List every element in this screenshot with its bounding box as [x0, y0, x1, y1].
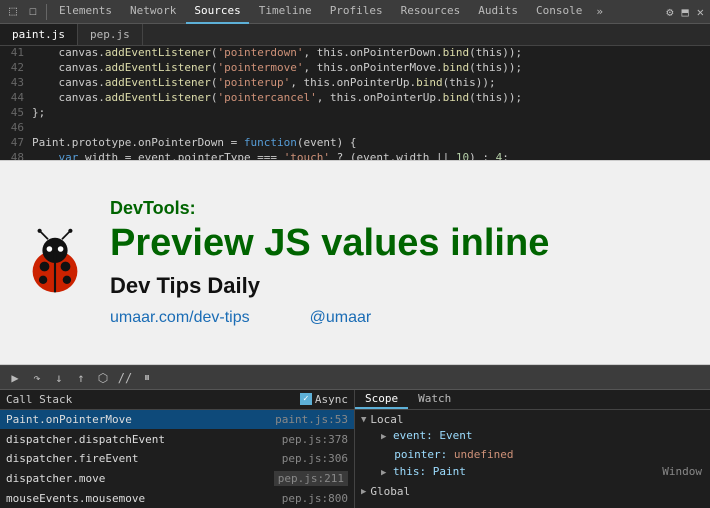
call-stack-item-2[interactable]: dispatcher.fireEvent pep.js:306 [0, 449, 354, 469]
scope-group-global: ▶ Global [361, 484, 704, 499]
scope-tabs: Scope Watch [355, 390, 710, 410]
banner-prefix: DevTools: [110, 198, 690, 219]
step-into-icon[interactable]: ↓ [50, 369, 68, 387]
call-stack-item-1[interactable]: dispatcher.dispatchEvent pep.js:378 [0, 429, 354, 449]
close-icon[interactable]: ✕ [695, 3, 706, 21]
bottom-content: Call Stack ✓ Async Paint.onPointerMove p… [0, 390, 710, 508]
code-line-45: 45 }; [0, 106, 710, 121]
scope-local-pointer: pointer: undefined [361, 446, 704, 463]
scope-global-label: Global [370, 485, 410, 498]
scope-local-header[interactable]: ▼ Local [361, 412, 704, 427]
step-out-icon[interactable]: ↑ [72, 369, 90, 387]
tab-sources[interactable]: Sources [186, 0, 248, 24]
call-stack-item-3[interactable]: dispatcher.move pep.js:211 [0, 469, 354, 489]
scope-content: ▼ Local ▶ event: Event pointer: undefine… [355, 410, 710, 503]
banner-link2[interactable]: @umaar [310, 309, 372, 327]
code-line-44: 44 canvas.addEventListener('pointercance… [0, 91, 710, 106]
tab-elements[interactable]: Elements [51, 0, 120, 24]
scope-local-label: Local [370, 413, 403, 426]
pause-on-exceptions-icon[interactable]: ⏸ [138, 369, 156, 387]
mobile-icon[interactable]: ☐ [24, 3, 42, 21]
pause-resume-icon[interactable]: ▶ [6, 369, 24, 387]
deactivate-breakpoints-icon[interactable]: ⬡ [94, 369, 112, 387]
banner-content: DevTools: Preview JS values inline Dev T… [110, 198, 690, 327]
step-over-icon[interactable]: ↷ [28, 369, 46, 387]
call-stack-panel: Call Stack ✓ Async Paint.onPointerMove p… [0, 390, 355, 508]
devtools-toolbar: ⬚ ☐ Elements Network Sources Timeline Pr… [0, 0, 710, 24]
scope-tab-scope[interactable]: Scope [355, 390, 408, 409]
call-stack-item-0[interactable]: Paint.onPointerMove paint.js:53 [0, 410, 354, 430]
inspect-icon[interactable]: ⬚ [4, 3, 22, 21]
ladybug-icon [20, 228, 90, 298]
code-line-42: 42 canvas.addEventListener('pointermove'… [0, 61, 710, 76]
scope-panel: Scope Watch ▼ Local ▶ event: Event point… [355, 390, 710, 508]
file-tab-paint[interactable]: paint.js [0, 24, 78, 45]
tab-network[interactable]: Network [122, 0, 184, 24]
settings-icon[interactable]: ⚙ [664, 3, 675, 21]
async-checkbox-icon: ✓ [300, 393, 312, 405]
scope-local-this[interactable]: ▶ this: Paint [361, 463, 704, 482]
code-line-41: 41 canvas.addEventListener('pointerdown'… [0, 46, 710, 61]
call-stack-item-4[interactable]: mouseEvents.mousemove pep.js:800 [0, 488, 354, 508]
scope-global-header[interactable]: ▶ Global [361, 484, 704, 499]
scope-local-event[interactable]: ▶ event: Event [361, 427, 704, 446]
scope-tab-watch[interactable]: Watch [408, 390, 461, 409]
tab-console[interactable]: Console [528, 0, 590, 24]
tab-profiles[interactable]: Profiles [322, 0, 391, 24]
async-toggle[interactable]: ✓ Async [300, 393, 348, 406]
dock-icon[interactable]: ⬒ [680, 3, 691, 21]
call-stack-header: Call Stack ✓ Async [0, 390, 354, 410]
code-line-47: 47 Paint.prototype.onPointerDown = funct… [0, 136, 710, 151]
tab-timeline[interactable]: Timeline [251, 0, 320, 24]
call-stack-title: Call Stack [6, 393, 72, 406]
async-label: Async [315, 393, 348, 406]
scope-group-local: ▼ Local ▶ event: Event pointer: undefine… [361, 412, 704, 482]
dont-pause-exceptions-icon[interactable]: // [116, 369, 134, 387]
banner-main-title: Preview JS values inline [110, 223, 690, 265]
toolbar-right-actions: ⚙ ⬒ ✕ [664, 3, 706, 21]
code-editor: 41 canvas.addEventListener('pointerdown'… [0, 46, 710, 176]
bottom-panel: ▶ ↷ ↓ ↑ ⬡ // ⏸ Call Stack ✓ Async Paint.… [0, 365, 710, 508]
debugger-toolbar: ▶ ↷ ↓ ↑ ⬡ // ⏸ [0, 366, 710, 390]
banner-subtitle: Dev Tips Daily [110, 273, 690, 299]
code-line-46: 46 [0, 121, 710, 136]
banner-link1[interactable]: umaar.com/dev-tips [110, 309, 250, 327]
banner-links: umaar.com/dev-tips @umaar [110, 309, 690, 327]
code-line-43: 43 canvas.addEventListener('pointerup', … [0, 76, 710, 91]
tab-audits[interactable]: Audits [470, 0, 526, 24]
more-tabs-button[interactable]: » [592, 5, 607, 18]
toolbar-divider [46, 4, 47, 20]
tab-resources[interactable]: Resources [393, 0, 469, 24]
promo-banner: DevTools: Preview JS values inline Dev T… [0, 160, 710, 365]
file-tab-pep[interactable]: pep.js [78, 24, 143, 45]
file-tabs-bar: paint.js pep.js [0, 24, 710, 46]
window-label: Window [662, 465, 702, 478]
